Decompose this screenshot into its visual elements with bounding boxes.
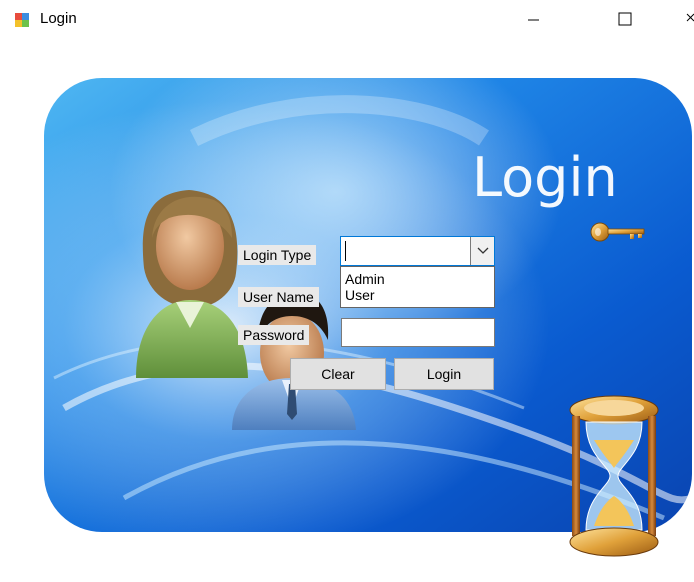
password-label: Password — [238, 325, 310, 345]
login-button[interactable]: Login — [394, 358, 494, 390]
text-cursor — [345, 241, 346, 261]
login-type-dropdown-list: Admin User — [340, 266, 495, 308]
dropdown-option-admin[interactable]: Admin — [345, 271, 385, 287]
login-type-combobox[interactable] — [340, 236, 495, 266]
dropdown-button[interactable] — [470, 237, 494, 265]
chevron-down-icon — [477, 247, 489, 254]
password-field[interactable] — [341, 318, 495, 347]
clear-button[interactable]: Clear — [290, 358, 386, 390]
windows-forms-icon — [14, 12, 30, 28]
minimize-icon[interactable] — [510, 0, 556, 40]
login-heading: Login — [472, 146, 618, 209]
dropdown-option-user[interactable]: User — [345, 287, 375, 303]
close-icon[interactable] — [670, 0, 694, 40]
title-bar: Login — [0, 0, 694, 40]
username-label: User Name — [238, 287, 319, 307]
login-type-label: Login Type — [238, 245, 317, 265]
maximize-icon[interactable] — [602, 0, 648, 40]
window-title: Login — [40, 10, 77, 27]
